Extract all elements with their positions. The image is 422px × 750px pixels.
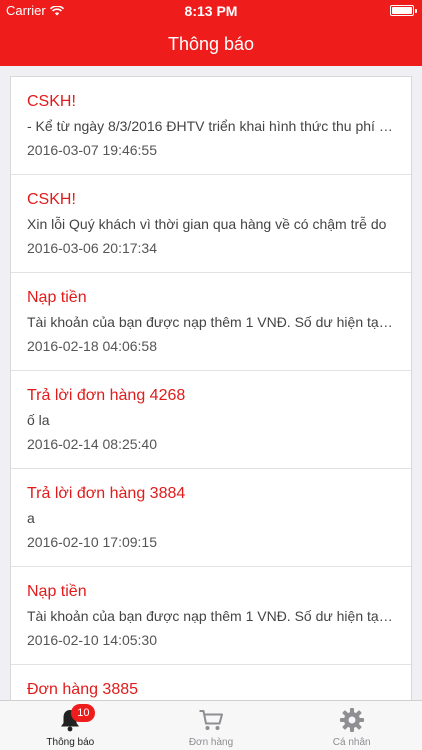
notification-date: 2016-02-18 04:06:58 bbox=[27, 338, 157, 354]
notification-title: Nạp tiền bbox=[27, 289, 87, 306]
notification-item[interactable]: Đơn hàng 3885 bbox=[11, 665, 411, 700]
tab-label: Cá nhân bbox=[332, 737, 371, 748]
notification-date: 2016-02-10 17:09:15 bbox=[27, 534, 157, 550]
notification-title: Nạp tiền bbox=[27, 583, 87, 600]
status-time: 8:13 PM bbox=[184, 3, 238, 19]
notification-body: Tài khoản của bạn được nạp thêm 1 VNĐ. S… bbox=[27, 314, 395, 330]
notification-body: ố la bbox=[27, 412, 50, 428]
notification-body: Xin lỗi Quý khách vì thời gian qua hàng … bbox=[27, 216, 387, 232]
notification-title: CSKH! bbox=[27, 191, 76, 208]
notification-title: Trả lời đơn hàng 3884 bbox=[27, 485, 186, 502]
notification-item[interactable]: CSKH! - Kể từ ngày 8/3/2016 ĐHTV triển k… bbox=[11, 77, 411, 175]
tab-profile[interactable]: Cá nhân bbox=[281, 701, 422, 750]
notification-body: - Kể từ ngày 8/3/2016 ĐHTV triển khai hì… bbox=[27, 118, 395, 134]
tab-orders[interactable]: Đơn hàng bbox=[141, 701, 282, 750]
cart-icon bbox=[198, 707, 224, 733]
notification-date: 2016-03-07 19:46:55 bbox=[27, 142, 157, 158]
notification-title: Trả lời đơn hàng 4268 bbox=[27, 387, 186, 404]
notification-date: 2016-02-10 14:05:30 bbox=[27, 632, 157, 648]
notification-list: CSKH! - Kể từ ngày 8/3/2016 ĐHTV triển k… bbox=[10, 76, 412, 700]
notification-item[interactable]: Trả lời đơn hàng 3884 a 2016-02-10 17:09… bbox=[11, 469, 411, 567]
notification-count-badge: 10 bbox=[71, 704, 96, 722]
page-title: Thông báo bbox=[167, 33, 255, 54]
bell-icon: 10 bbox=[57, 704, 96, 733]
notification-body: Tài khoản của bạn được nạp thêm 1 VNĐ. S… bbox=[27, 608, 395, 624]
status-bar: Carrier 8:13 PM bbox=[0, 0, 422, 22]
tab-label: Thông báo bbox=[46, 737, 95, 748]
tab-bar: 10 Thông báo Đơn hàng Cá nhân bbox=[0, 700, 422, 750]
notification-date: 2016-02-14 08:25:40 bbox=[27, 436, 157, 452]
notification-scroll-area[interactable]: CSKH! - Kể từ ngày 8/3/2016 ĐHTV triển k… bbox=[0, 66, 422, 700]
notification-item[interactable]: Nạp tiền Tài khoản của bạn được nạp thêm… bbox=[11, 273, 411, 371]
notification-body: a bbox=[27, 510, 35, 526]
notification-item[interactable]: Nạp tiền Tài khoản của bạn được nạp thêm… bbox=[11, 567, 411, 665]
notification-date: 2016-03-06 20:17:34 bbox=[27, 240, 157, 256]
battery-icon bbox=[390, 5, 417, 16]
tab-label: Đơn hàng bbox=[188, 737, 234, 748]
gear-icon bbox=[339, 707, 365, 733]
notification-title: CSKH! bbox=[27, 93, 76, 110]
navigation-bar: Thông báo bbox=[0, 22, 422, 66]
notification-item[interactable]: CSKH! Xin lỗi Quý khách vì thời gian qua… bbox=[11, 175, 411, 273]
notification-item[interactable]: Trả lời đơn hàng 4268 ố la 2016-02-14 08… bbox=[11, 371, 411, 469]
notification-title: Đơn hàng 3885 bbox=[27, 681, 139, 698]
tab-notifications[interactable]: 10 Thông báo bbox=[0, 701, 141, 750]
